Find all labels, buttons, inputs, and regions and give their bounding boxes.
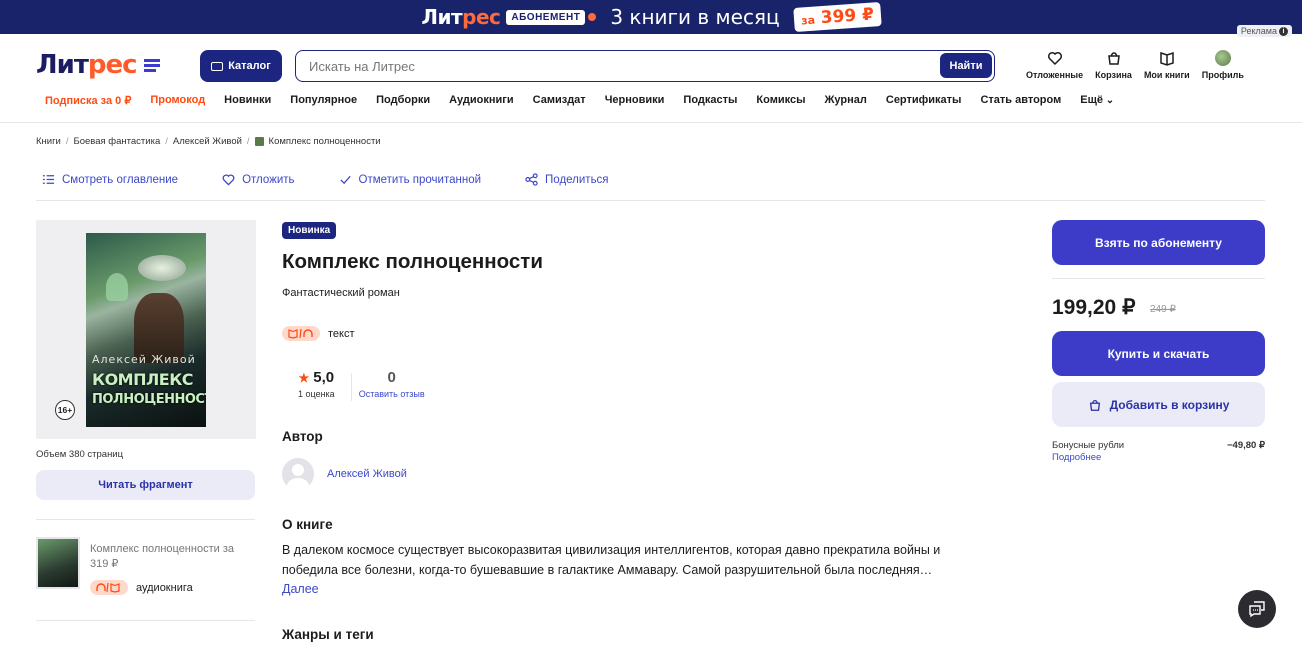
author-heading: Автор — [282, 429, 323, 444]
page-title: Комплекс полноценности — [282, 250, 543, 273]
genres-heading: Жанры и теги — [282, 627, 374, 642]
age-rating-badge: 16+ — [55, 400, 75, 420]
wishlist-link[interactable]: Отложенные — [1020, 50, 1089, 80]
audiobook-format: аудиокнига — [90, 580, 193, 595]
cart-link[interactable]: Корзина — [1089, 50, 1138, 80]
info-icon: i — [1279, 26, 1288, 36]
catalog-button[interactable]: Каталог — [200, 50, 282, 82]
nav-item-comics[interactable]: Комиксы — [756, 94, 805, 107]
add-to-cart-button[interactable]: Добавить в корзину — [1052, 382, 1265, 427]
promo-message: 3 книги в месяц — [610, 5, 780, 29]
book-format: текст — [282, 326, 355, 341]
my-books-link[interactable]: Мои книги — [1138, 50, 1196, 80]
audiobook-title[interactable]: Комплекс полноценности за 319 ₽ — [90, 542, 255, 573]
nav-more-dropdown[interactable]: Ещё — [1080, 94, 1114, 107]
nav-item-drafts[interactable]: Черновики — [605, 94, 665, 107]
nav-item-collections[interactable]: Подборки — [376, 94, 430, 107]
book-genre: Фантастический роман — [282, 287, 400, 299]
audio-format-icon — [90, 580, 128, 595]
defer-link[interactable]: Отложить — [222, 173, 316, 186]
book-cover[interactable]: Алексей Живой КОМПЛЕКСПОЛНОЦЕННОСТИ — [86, 233, 206, 427]
heart-icon — [1047, 51, 1062, 66]
nav-promo-code[interactable]: Промокод — [150, 94, 205, 107]
reviews-count[interactable]: 0 Оставить отзыв — [359, 369, 425, 401]
about-heading: О книге — [282, 517, 333, 532]
actions-divider — [36, 200, 1265, 201]
breadcrumb-books[interactable]: Книги — [36, 136, 61, 147]
logo-bars-icon — [143, 58, 160, 72]
site-logo[interactable]: Лит рес — [36, 50, 160, 80]
author-avatar[interactable] — [282, 458, 314, 490]
breadcrumb-genre[interactable]: Боевая фантастика — [74, 136, 161, 147]
bonus-label: Бонусные рубли — [1052, 440, 1125, 451]
left-divider-2 — [36, 620, 255, 621]
current-price: 199,20 ₽ — [1052, 296, 1136, 319]
nav-item-new[interactable]: Новинки — [224, 94, 271, 107]
breadcrumb-author[interactable]: Алексей Живой — [173, 136, 242, 147]
leave-review-link[interactable]: Оставить отзыв — [359, 389, 425, 399]
ad-badge[interactable]: Реклама i — [1236, 25, 1292, 37]
avatar — [1214, 50, 1231, 66]
read-more-link[interactable]: Далее — [282, 582, 319, 596]
book-description: В далеком космосе существует высокоразви… — [282, 543, 941, 577]
book-thumb-icon — [254, 137, 264, 146]
promo-abonement-label: АБОНЕМЕНТ — [506, 9, 586, 25]
nav-item-become-author[interactable]: Стать автором — [980, 94, 1061, 107]
subscribe-button[interactable]: Взять по абонементу — [1052, 220, 1265, 265]
nav-item-podcasts[interactable]: Подкасты — [683, 94, 737, 107]
nav-item-certificates[interactable]: Сертификаты — [886, 94, 962, 107]
search-button[interactable]: Найти — [940, 53, 992, 78]
rating-score[interactable]: ★ 5,0 1 оценка — [298, 369, 335, 401]
contents-link[interactable]: Смотреть оглавление — [42, 173, 200, 186]
promo-banner[interactable]: Литрес АБОНЕМЕНТ 3 книги в месяц за 399 … — [0, 0, 1302, 34]
nav-item-audiobooks[interactable]: Аудиокниги — [449, 94, 514, 107]
nav-item-samizdat[interactable]: Самиздат — [533, 94, 586, 107]
page-count: Объем 380 страниц — [36, 449, 124, 460]
bonus-details-link[interactable]: Подробнее — [1052, 452, 1101, 463]
left-divider — [36, 519, 255, 520]
header-divider — [0, 122, 1302, 123]
breadcrumb: Книги / Боевая фантастика / Алексей Живой /… — [36, 136, 381, 147]
catalog-icon — [211, 61, 224, 71]
author-link[interactable]: Алексей Живой — [327, 468, 407, 480]
basket-icon — [1089, 399, 1100, 411]
right-divider — [1052, 278, 1265, 279]
chat-button[interactable] — [1238, 590, 1276, 628]
cover-panel: Алексей Живой КОМПЛЕКСПОЛНОЦЕННОСТИ 16+ — [36, 220, 256, 439]
search-input[interactable] — [309, 58, 994, 74]
read-fragment-button[interactable]: Читать фрагмент — [36, 470, 255, 500]
promo-dot-icon — [588, 13, 597, 21]
profile-link[interactable]: Профиль — [1196, 50, 1250, 80]
heart-icon — [222, 174, 235, 186]
new-badge: Новинка — [282, 222, 337, 239]
share-link[interactable]: Поделиться — [525, 173, 631, 186]
check-icon — [339, 175, 351, 185]
bonus-value: −49,80 ₽ — [1226, 440, 1265, 451]
audiobook-cover[interactable] — [36, 537, 80, 589]
share-icon — [525, 173, 538, 186]
star-icon: ★ — [298, 370, 310, 385]
promo-price: за 399 ₽ — [792, 1, 882, 33]
promo-logo: Литрес — [421, 5, 501, 29]
book-actions: Смотреть оглавление Отложить Отметить пр… — [42, 173, 653, 186]
book-icon — [1160, 51, 1174, 66]
basket-icon — [1107, 52, 1120, 65]
breadcrumb-current: Комплекс полноценности — [268, 136, 381, 147]
ratings-summary: ★ 5,0 1 оценка 0 Оставить отзыв — [298, 369, 425, 401]
main-nav: Подписка за 0 ₽ Промокод Новинки Популяр… — [45, 94, 1133, 107]
nav-item-journal[interactable]: Журнал — [824, 94, 866, 107]
cover-author: Алексей Живой — [92, 353, 196, 366]
list-icon — [42, 175, 55, 184]
mark-read-link[interactable]: Отметить прочитанной — [339, 173, 504, 186]
nav-item-popular[interactable]: Популярное — [290, 94, 357, 107]
old-price: 249 ₽ — [1150, 304, 1176, 315]
text-format-icon — [282, 326, 320, 341]
chat-icon — [1249, 601, 1265, 618]
header-icons: Отложенные Корзина Мои книги Профиль — [1020, 50, 1250, 80]
nav-subscription[interactable]: Подписка за 0 ₽ — [45, 94, 131, 107]
cover-title: КОМПЛЕКСПОЛНОЦЕННОСТИ — [92, 370, 206, 407]
search-bar: Найти — [295, 50, 995, 82]
buy-button[interactable]: Купить и скачать — [1052, 331, 1265, 376]
